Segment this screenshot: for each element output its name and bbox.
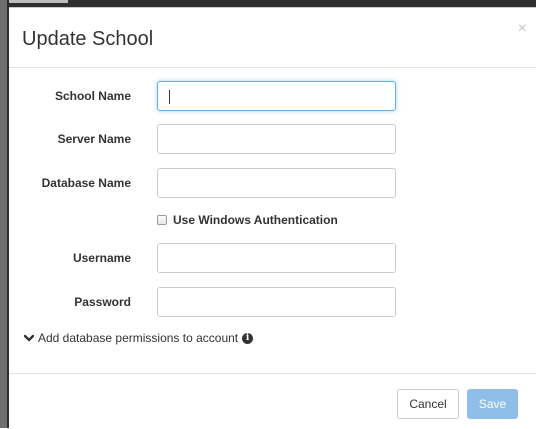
update-school-modal: Update School × School Name Server Name … bbox=[9, 7, 536, 428]
modal-title: Update School bbox=[22, 28, 154, 50]
backdrop-left bbox=[0, 0, 9, 428]
chevron-down-icon[interactable] bbox=[24, 333, 34, 343]
permissions-toggle[interactable]: Add database permissions to account i bbox=[24, 330, 254, 346]
username-label: Username bbox=[72, 251, 131, 265]
modal-header: Update School × bbox=[9, 8, 536, 68]
info-icon[interactable]: i bbox=[242, 332, 254, 344]
close-icon[interactable]: × bbox=[518, 21, 527, 37]
username-input[interactable] bbox=[157, 243, 396, 273]
school-name-label: School Name bbox=[54, 89, 131, 103]
modal-footer: Cancel Save bbox=[9, 373, 536, 429]
backdrop-tab bbox=[8, 0, 68, 3]
permissions-toggle-label[interactable]: Add database permissions to account bbox=[38, 331, 238, 345]
school-name-input[interactable] bbox=[157, 81, 396, 111]
database-name-label: Database Name bbox=[41, 176, 131, 190]
windows-auth-label[interactable]: Use Windows Authentication bbox=[173, 213, 338, 227]
windows-auth-row[interactable]: Use Windows Authentication bbox=[157, 212, 338, 228]
cancel-button[interactable]: Cancel bbox=[397, 389, 459, 419]
password-label: Password bbox=[74, 295, 131, 309]
text-caret bbox=[169, 89, 170, 104]
server-name-input[interactable] bbox=[157, 124, 396, 154]
backdrop-top bbox=[0, 0, 536, 7]
password-input[interactable] bbox=[157, 287, 396, 317]
database-name-input[interactable] bbox=[157, 168, 396, 198]
windows-auth-checkbox[interactable] bbox=[157, 215, 167, 225]
save-button[interactable]: Save bbox=[467, 389, 518, 419]
server-name-label: Server Name bbox=[57, 132, 131, 146]
